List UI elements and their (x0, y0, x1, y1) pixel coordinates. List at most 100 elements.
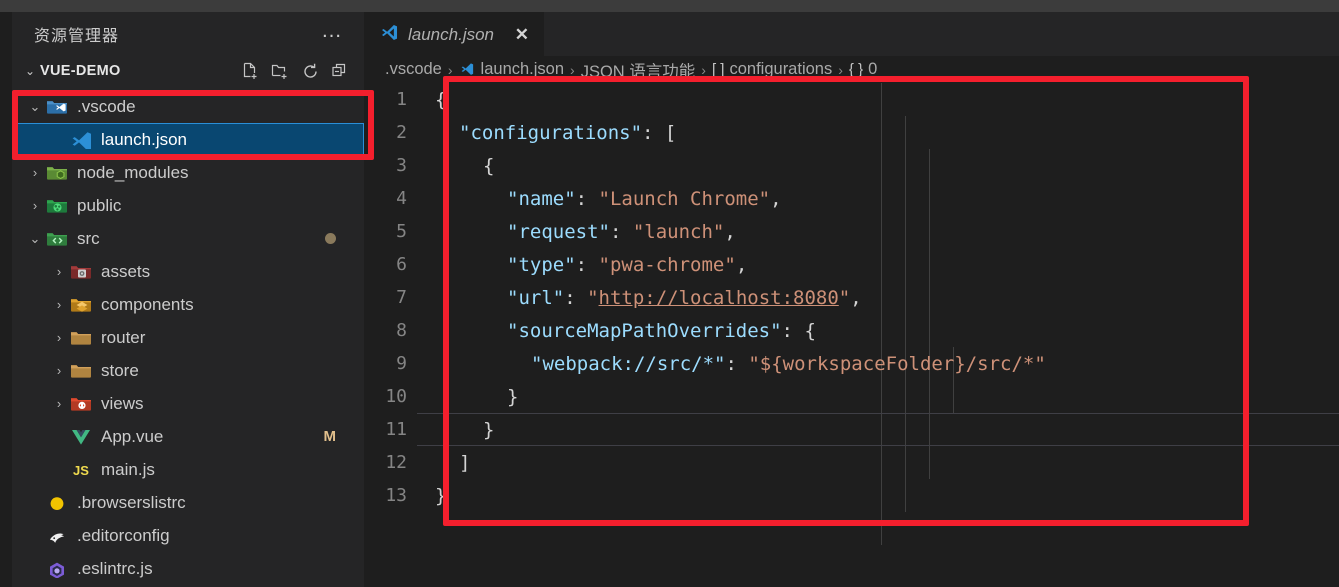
tree-file-row[interactable]: · App.vue M (12, 420, 364, 453)
code-line[interactable]: 2 "configurations": [ (364, 116, 1339, 149)
chevron-right-icon[interactable]: › (50, 363, 68, 378)
tree-folder-row[interactable]: › store (12, 354, 364, 387)
code-line[interactable]: 5 "request": "launch", (364, 215, 1339, 248)
chevron-down-icon[interactable]: ⌄ (26, 99, 44, 115)
tree-item-label: .editorconfig (77, 525, 170, 545)
code-editor[interactable]: 1{2 "configurations": [3{4 "name": "Launch… (364, 83, 1339, 587)
tree-item-label: src (77, 228, 100, 248)
object-symbol-icon: { } (848, 61, 864, 78)
line-number: 3 (396, 155, 407, 176)
code-token: "sourceMapPathOverrides" (507, 319, 782, 342)
close-icon[interactable]: ✕ (510, 25, 534, 45)
tree-file-row[interactable]: · launch.json (12, 123, 364, 156)
code-token: { (483, 154, 495, 177)
code-line[interactable]: 10} (364, 380, 1339, 413)
code-link[interactable]: http://localhost:8080 (599, 287, 839, 309)
code-line[interactable]: 3{ (364, 149, 1339, 182)
code-line[interactable]: 7 "url": "http://localhost:8080", (364, 281, 1339, 314)
code-line-text: } (411, 485, 446, 507)
code-line[interactable]: 1{ (364, 83, 1339, 116)
tree-file-row[interactable]: · .eslintrc.js (12, 552, 364, 585)
tree-item-label: assets (101, 261, 151, 281)
breadcrumb-separator: › (447, 61, 453, 78)
workspace-section-header[interactable]: ⌄ VUE-DEMO (12, 56, 364, 86)
chevron-right-icon[interactable]: › (26, 198, 44, 213)
twisty-spacer[interactable]: · (26, 495, 44, 510)
code-line-text: "type": "pwa-chrome", (411, 254, 747, 276)
line-number: 7 (396, 287, 407, 308)
tree-file-row[interactable]: · .editorconfig (12, 519, 364, 552)
code-token: , (735, 253, 748, 276)
code-token: "type" (507, 253, 576, 276)
file-tree: ⌄ .vscode · launch.json › node_modules › public… (12, 86, 364, 585)
code-line-text: { (411, 89, 446, 111)
code-line[interactable]: 6 "type": "pwa-chrome", (364, 248, 1339, 281)
chevron-right-icon[interactable]: › (50, 396, 68, 411)
breadcrumb-item[interactable]: JSON 语言功能 (581, 58, 696, 82)
code-line[interactable]: 13} (364, 479, 1339, 512)
tree-file-row[interactable]: · JS main.js (12, 453, 364, 486)
code-line[interactable]: 4 "name": "Launch Chrome", (364, 182, 1339, 215)
code-line[interactable]: 9 "webpack://src/*": "${workspaceFolder}/… (364, 347, 1339, 380)
breadcrumb-item[interactable]: .vscode (385, 60, 442, 79)
tree-folder-row[interactable]: ⌄ .vscode (12, 90, 364, 123)
new-folder-icon[interactable] (271, 62, 290, 81)
tab-launch-json[interactable]: launch.json ✕ (364, 12, 544, 56)
twisty-spacer[interactable]: · (50, 132, 68, 147)
breadcrumb-item[interactable]: 0 (868, 60, 877, 79)
chevron-down-icon: ⌄ (24, 64, 36, 78)
code-line-text: "configurations": [ (411, 122, 676, 144)
vscode-file-icon (68, 129, 94, 151)
code-token: , (850, 286, 862, 309)
tree-folder-row[interactable]: › router (12, 321, 364, 354)
collapse-all-icon[interactable] (331, 62, 350, 81)
breadcrumb-item[interactable]: configurations (729, 60, 832, 79)
code-line-text: { (411, 155, 494, 177)
code-token: "webpack://src/*" (531, 352, 726, 375)
code-line-text: ] (411, 452, 470, 474)
new-file-icon[interactable] (241, 62, 260, 81)
chevron-down-icon[interactable]: ⌄ (26, 231, 44, 247)
twisty-spacer[interactable]: · (26, 528, 44, 543)
code-line[interactable]: 11} (364, 413, 1339, 446)
node-folder-icon (44, 162, 70, 184)
line-number: 9 (396, 353, 407, 374)
explorer-actions (241, 62, 364, 81)
chevron-right-icon[interactable]: › (26, 165, 44, 180)
title-bar (0, 0, 1339, 12)
vscode-folder-icon (44, 96, 70, 118)
ellipsis-icon[interactable]: … (317, 20, 348, 47)
array-symbol-icon: [ ] (711, 61, 725, 78)
code-token: , (724, 220, 736, 243)
code-line[interactable]: 8 "sourceMapPathOverrides": { (364, 314, 1339, 347)
code-line-text: "webpack://src/*": "${workspaceFolder}/s… (411, 353, 1046, 375)
code-token: ] (459, 451, 471, 474)
code-line[interactable]: 12] (364, 446, 1339, 479)
modified-badge: M (323, 428, 337, 445)
code-token: " (838, 286, 851, 309)
refresh-icon[interactable] (301, 62, 320, 81)
code-token: "request" (507, 220, 610, 243)
tree-folder-row[interactable]: › components (12, 288, 364, 321)
line-number: 11 (385, 419, 407, 440)
tree-folder-row[interactable]: ⌄ src (12, 222, 364, 255)
chevron-right-icon[interactable]: › (50, 330, 68, 345)
public-folder-icon (44, 195, 70, 217)
tree-item-label: components (101, 294, 194, 314)
twisty-spacer[interactable]: · (26, 561, 44, 576)
tree-folder-row[interactable]: › views (12, 387, 364, 420)
tree-folder-row[interactable]: › node_modules (12, 156, 364, 189)
twisty-spacer[interactable]: · (50, 462, 68, 477)
tree-file-row[interactable]: · .browserslistrc (12, 486, 364, 519)
components-folder-icon (68, 294, 94, 316)
breadcrumb-item[interactable]: launch.json (481, 60, 564, 79)
tree-folder-row[interactable]: › assets (12, 255, 364, 288)
chevron-right-icon[interactable]: › (50, 297, 68, 312)
tree-item-label: launch.json (101, 129, 188, 149)
explorer-header: 资源管理器 … (12, 12, 364, 56)
code-lines: 1{2 "configurations": [3{4 "name": "Launch… (364, 83, 1339, 512)
twisty-spacer[interactable]: · (50, 429, 68, 444)
tree-folder-row[interactable]: › public (12, 189, 364, 222)
tree-item-label: main.js (101, 459, 155, 479)
chevron-right-icon[interactable]: › (50, 264, 68, 279)
